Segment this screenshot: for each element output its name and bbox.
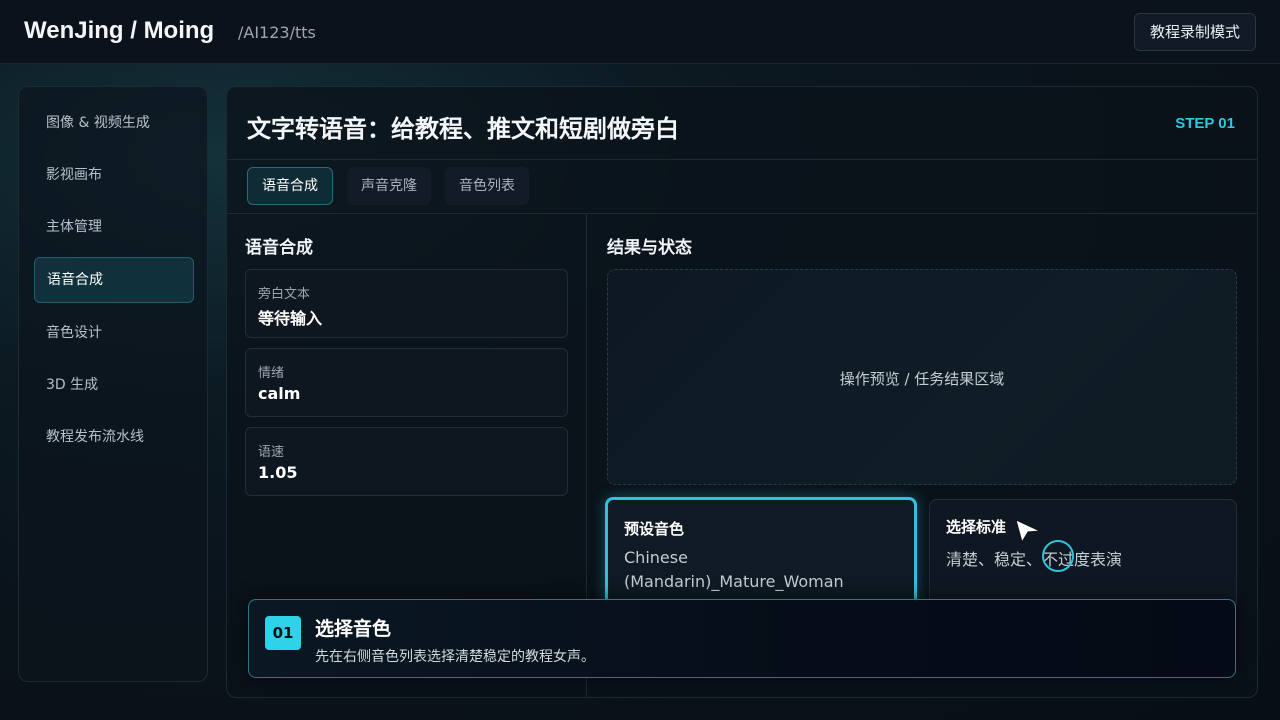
tab-voice-clone[interactable]: 声音克隆 [347, 167, 431, 205]
breadcrumb-path: /AI123/tts [238, 23, 316, 42]
card-title: 预设音色 [624, 520, 685, 538]
form-section-title: 语音合成 [245, 238, 313, 258]
field-label: 情绪 [258, 366, 285, 381]
emotion-field[interactable]: 情绪 calm [245, 348, 568, 417]
sidebar-item-3d[interactable]: 3D 生成 [34, 363, 194, 407]
criteria-card: 选择标准 清楚、稳定、不过度表演 [929, 499, 1237, 609]
step-number-badge: 01 [265, 616, 301, 650]
tab-voice-list[interactable]: 音色列表 [445, 167, 529, 205]
tutorial-record-mode-button[interactable]: 教程录制模式 [1134, 13, 1256, 51]
sidebar-item-voice-design[interactable]: 音色设计 [34, 311, 194, 355]
sidebar-item-pipeline[interactable]: 教程发布流水线 [34, 415, 194, 459]
card-value: Chinese (Mandarin)_Mature_Woman [624, 548, 844, 591]
sidebar-item-tts[interactable]: 语音合成 [34, 257, 194, 303]
speed-field[interactable]: 语速 1.05 [245, 427, 568, 496]
tab-tts[interactable]: 语音合成 [247, 167, 333, 205]
mouse-cursor-icon [1015, 519, 1042, 544]
card-title: 选择标准 [946, 518, 1007, 536]
tutorial-step-description: 先在右侧音色列表选择清楚稳定的教程女声。 [315, 649, 595, 665]
field-label: 语速 [258, 445, 285, 460]
top-bar: WenJing / Moing /AI123/tts 教程录制模式 [0, 0, 1280, 64]
sidebar: 图像 & 视频生成 影视画布 主体管理 语音合成 音色设计 3D 生成 教程发布… [18, 86, 208, 682]
divider [227, 159, 1257, 160]
field-value: calm [258, 384, 301, 403]
tutorial-step-title: 选择音色 [315, 618, 392, 640]
preset-voice-card[interactable]: 预设音色 Chinese (Mandarin)_Mature_Woman [605, 497, 917, 611]
result-section-title: 结果与状态 [607, 238, 692, 258]
sidebar-item-subject[interactable]: 主体管理 [34, 205, 194, 249]
result-preview-area: 操作预览 / 任务结果区域 [607, 269, 1237, 485]
tutorial-step-overlay: 01 选择音色 先在右侧音色列表选择清楚稳定的教程女声。 [248, 599, 1236, 678]
field-value: 等待输入 [258, 309, 323, 328]
sidebar-item-image-video[interactable]: 图像 & 视频生成 [34, 101, 194, 145]
sidebar-item-canvas[interactable]: 影视画布 [34, 153, 194, 197]
page-title: 文字转语音：给教程、推文和短剧做旁白 [247, 115, 679, 143]
step-label: STEP 01 [1175, 115, 1235, 132]
preview-placeholder: 操作预览 / 任务结果区域 [839, 370, 1005, 388]
click-indicator-ring [1042, 540, 1074, 572]
field-value: 1.05 [258, 463, 298, 482]
brand-title: WenJing / Moing [24, 17, 215, 44]
card-value: 清楚、稳定、不过度表演 [946, 550, 1123, 569]
divider [227, 213, 1257, 214]
narration-text-field[interactable]: 旁白文本 等待输入 [245, 269, 568, 338]
field-label: 旁白文本 [258, 287, 311, 302]
